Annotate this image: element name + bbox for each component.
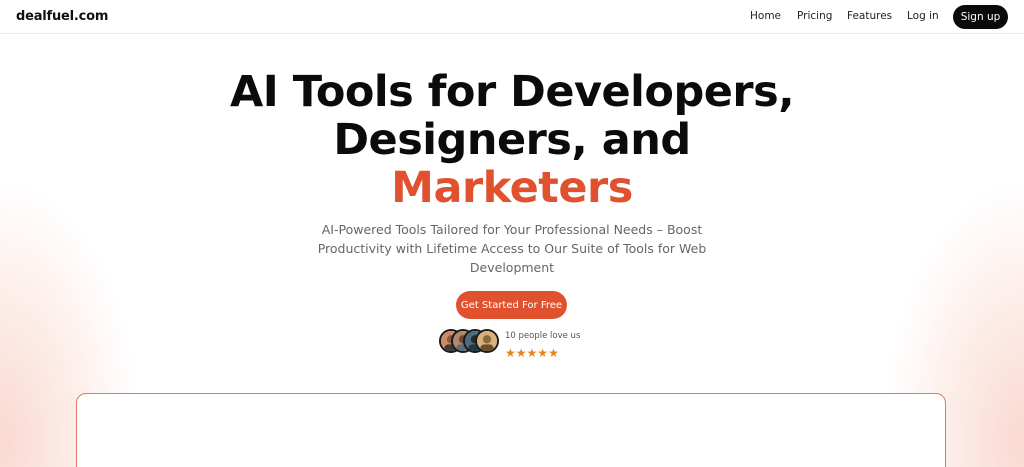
star-icon: ★ [515,346,527,360]
signup-button[interactable]: Sign up [953,5,1008,29]
hero-title-accent: Marketers [391,163,633,213]
top-nav: dealfuel.com Home Pricing Features Log i… [0,0,1024,34]
avatar [475,329,499,353]
nav-link-pricing[interactable]: Pricing [797,10,832,22]
love-count-text: 10 people love us [505,331,581,341]
star-icon: ★ [526,346,538,360]
hero-title-line-2: Designers, and [333,115,691,165]
star-rating: ★★★★★ [505,342,559,359]
nav-link-login[interactable]: Log in [907,10,939,22]
star-icon: ★ [537,346,549,360]
page: dealfuel.com Home Pricing Features Log i… [0,0,1024,467]
hero-subtitle: AI-Powered Tools Tailored for Your Profe… [317,222,707,275]
preview-frame [76,393,946,467]
nav-link-home[interactable]: Home [750,10,781,22]
star-icon: ★ [548,346,559,360]
social-proof: 10 people love us ★★★★★ [439,329,589,359]
hero-title-line-1: AI Tools for Developers, [229,67,795,117]
nav-links: Home Pricing Features Log in [0,10,1024,26]
star-icon: ★ [505,346,516,360]
get-started-button[interactable]: Get Started For Free [456,291,567,319]
hero-title: AI Tools for Developers, Designers, and … [0,68,1024,212]
avatar-stack [439,329,501,353]
nav-link-features[interactable]: Features [847,10,892,22]
